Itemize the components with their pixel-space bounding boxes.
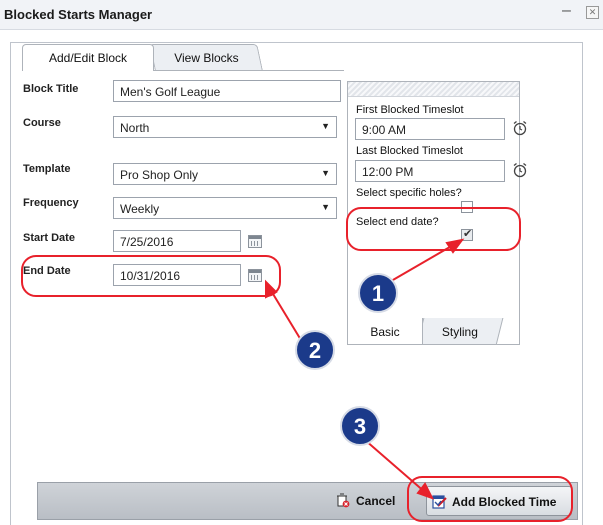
tab-basic-label: Basic: [370, 325, 400, 339]
alarm-clock-icon[interactable]: [512, 162, 528, 178]
tab-add-edit-block[interactable]: Add/Edit Block: [22, 44, 154, 71]
add-blocked-time-icon: [432, 495, 447, 509]
alarm-clock-icon[interactable]: [512, 120, 528, 136]
specific-holes-label: Select specific holes?: [356, 187, 462, 199]
cancel-icon: [337, 493, 350, 508]
template-select[interactable]: Pro Shop Only ▼: [113, 163, 337, 185]
calendar-icon[interactable]: [248, 269, 262, 282]
frequency-select-value: Weekly: [120, 202, 160, 216]
chevron-down-icon: ▼: [321, 202, 330, 212]
window-title: Blocked Starts Manager: [4, 7, 153, 22]
specific-holes-checkbox[interactable]: [461, 201, 473, 213]
course-select-value: North: [120, 121, 150, 135]
end-date-checkbox[interactable]: ✔: [461, 228, 473, 241]
start-date-input[interactable]: 7/25/2016: [113, 230, 241, 252]
last-timeslot-input[interactable]: 12:00 PM: [355, 160, 505, 182]
start-date-label: Start Date: [23, 232, 75, 244]
tab-basic[interactable]: Basic: [347, 318, 423, 345]
end-date-label: End Date: [23, 265, 71, 277]
calendar-icon[interactable]: [248, 235, 262, 248]
minimize-button[interactable]: –: [562, 2, 571, 20]
cancel-label: Cancel: [356, 494, 396, 508]
frequency-label: Frequency: [23, 197, 79, 209]
chevron-down-icon: ▼: [321, 121, 330, 131]
add-blocked-time-label: Add Blocked Time: [452, 495, 557, 509]
tab-styling-label: Styling: [441, 325, 478, 339]
close-button[interactable]: ✕: [586, 6, 599, 19]
checkbox-check-icon: ✔: [463, 228, 473, 240]
end-date-toggle-label: Select end date?: [356, 216, 439, 228]
block-title-label: Block Title: [23, 83, 79, 95]
tab-add-edit-block-label: Add/Edit Block: [48, 51, 128, 65]
panel-header-hatch: [348, 82, 519, 97]
end-date-input[interactable]: 10/31/2016: [113, 264, 241, 286]
tab-view-blocks[interactable]: View Blocks: [149, 44, 263, 70]
tab-view-blocks-label: View Blocks: [173, 51, 239, 65]
template-select-value: Pro Shop Only: [120, 168, 199, 182]
tab-styling[interactable]: Styling: [416, 318, 504, 345]
course-label: Course: [23, 117, 61, 129]
block-title-input[interactable]: Men's Golf League: [113, 80, 341, 102]
course-select[interactable]: North ▼: [113, 116, 337, 138]
window-titlebar: Blocked Starts Manager – ✕: [0, 0, 603, 30]
add-blocked-time-button[interactable]: Add Blocked Time: [426, 486, 572, 516]
first-timeslot-label: First Blocked Timeslot: [356, 104, 464, 116]
chevron-down-icon: ▼: [321, 168, 330, 178]
first-timeslot-input[interactable]: 9:00 AM: [355, 118, 505, 140]
frequency-select[interactable]: Weekly ▼: [113, 197, 337, 219]
last-timeslot-label: Last Blocked Timeslot: [356, 145, 463, 157]
cancel-button[interactable]: Cancel: [336, 486, 402, 516]
template-label: Template: [23, 163, 71, 175]
